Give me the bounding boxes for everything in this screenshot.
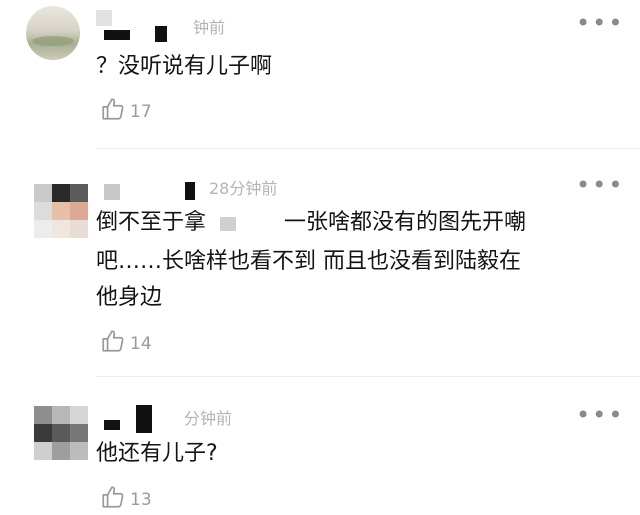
avatar[interactable] [34,184,88,238]
comment-text: 倒不至于拿 [96,210,207,235]
comment-text: 吧……长啥样也看不到 而且也没看到陆毅在 他身边 [96,249,521,310]
like-button[interactable]: 13 [100,484,152,515]
like-count: 14 [130,333,152,354]
more-dots-icon[interactable]: ••• [576,403,624,427]
username-redacted[interactable] [136,405,152,433]
comment-time: 28分钟前 [209,179,278,198]
comment-time: 钟前 [193,18,226,37]
comment-text: 一张啥都没有的图先开嘲 [284,210,527,235]
comment-text: 他还有儿子? [96,441,218,466]
username-redacted[interactable] [104,184,120,200]
like-button[interactable]: 17 [100,96,152,127]
thumbs-up-icon [100,96,126,127]
divider [96,148,640,149]
like-count: 13 [130,489,152,510]
thumbs-up-icon [100,484,126,515]
more-dots-icon[interactable]: ••• [576,173,624,197]
content-redacted [220,217,236,231]
avatar[interactable] [34,406,88,460]
avatar[interactable] [26,6,80,60]
username-redacted[interactable] [155,26,167,42]
like-count: 17 [130,101,152,122]
username-redacted[interactable] [104,420,120,430]
thumbs-up-icon [100,328,126,359]
comment-text: ？没听说有儿子啊 [96,54,273,79]
comment-time: 分钟前 [184,409,233,428]
username-redacted[interactable] [104,30,130,40]
more-dots-icon[interactable]: ••• [576,11,624,35]
username-redacted[interactable] [185,182,195,200]
username-redacted[interactable] [96,10,112,26]
like-button[interactable]: 14 [100,328,152,359]
divider [96,376,640,377]
